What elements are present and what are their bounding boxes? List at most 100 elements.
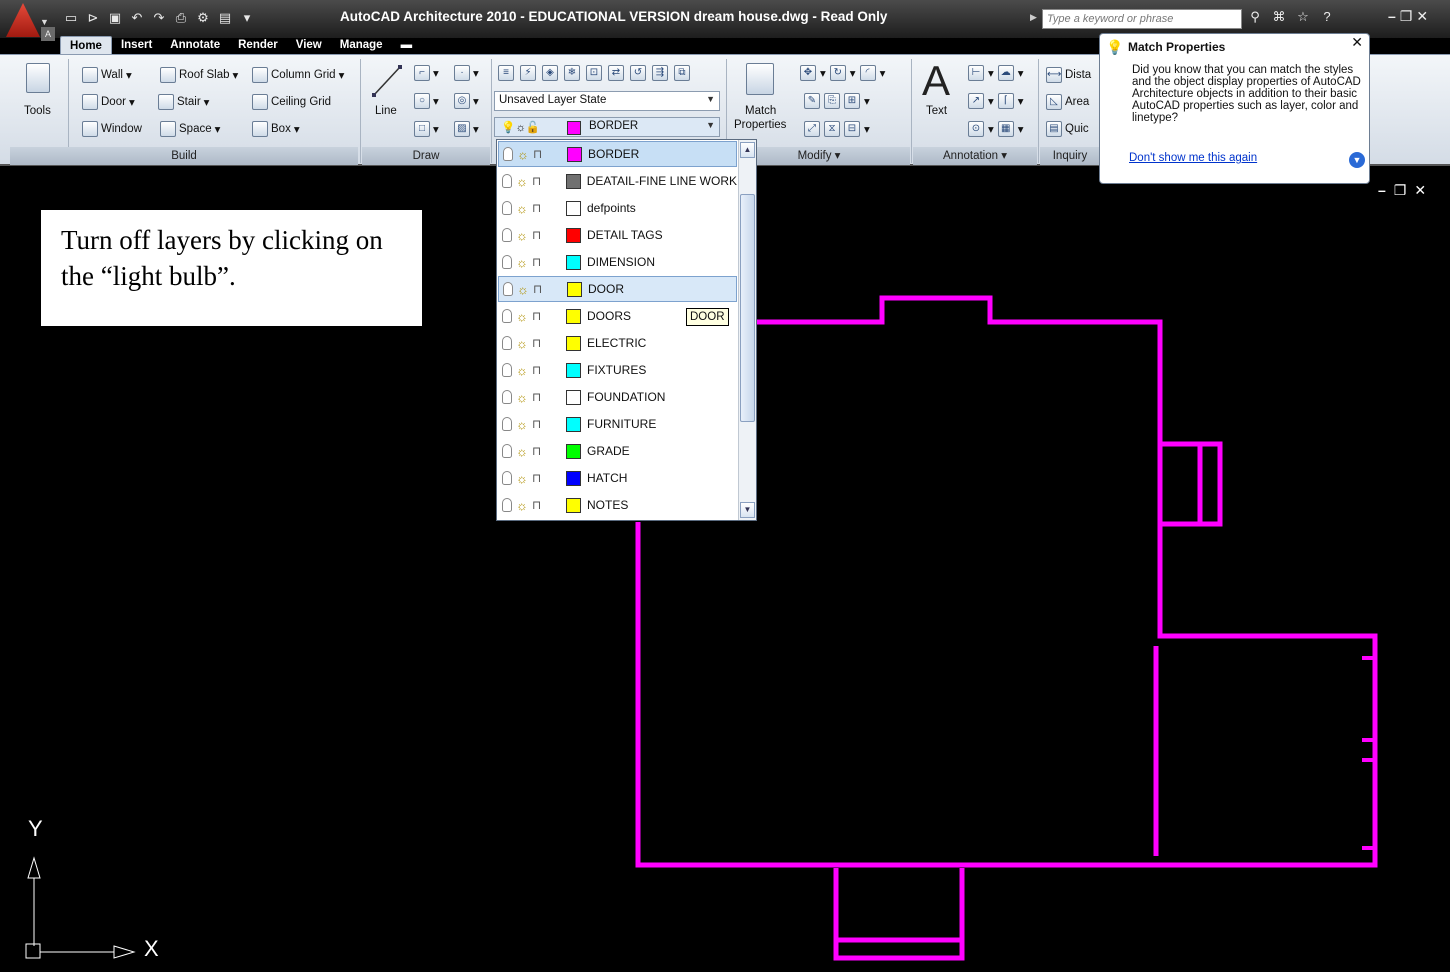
communication-center-icon[interactable]: ⌘ [1270,7,1288,27]
inquiry-panel-title[interactable]: Inquiry [1040,147,1100,165]
lock-icon[interactable]: ⊓ [532,174,541,188]
draw-panel-title[interactable]: Draw [362,147,490,165]
rotate-icon[interactable]: ↻ [829,65,846,81]
freeze-sun-icon[interactable]: ☼ [516,228,528,243]
scroll-thumb[interactable] [740,194,755,422]
layer-row[interactable]: ☼ ⊓ DOOR [498,276,737,302]
lock-icon[interactable]: ⊓ [532,444,541,458]
lock-icon[interactable]: ⊓ [532,309,541,323]
tools-button[interactable]: Tools [24,105,51,117]
area-button[interactable]: ◺ Area [1046,94,1089,110]
layer-color-swatch[interactable] [565,173,581,189]
lock-icon[interactable]: ⊓ [532,471,541,485]
layer-row[interactable]: ☼ ⊓ FIXTURES [498,357,737,383]
search-expand-icon[interactable]: ▶ [1030,12,1037,23]
redo-icon[interactable]: ↷ [150,10,168,26]
circle-button[interactable]: ○ ▾ [414,93,439,109]
layer-color-swatch[interactable] [566,308,581,324]
minimize-icon[interactable]: – [1388,8,1396,25]
hatch-button[interactable]: ▨ ▾ [454,121,479,137]
layer-row[interactable]: ☼ ⊓ NOTES [498,492,737,518]
point-button[interactable]: · ▾ [454,65,479,81]
layer-color-swatch[interactable] [566,443,581,459]
layer-color-swatch[interactable] [566,227,581,243]
layer-color-swatch[interactable] [566,416,581,432]
tag-icon[interactable]: ⊙ [968,121,984,137]
tools-icon[interactable] [26,63,50,93]
table-icon[interactable]: ▦ [997,121,1014,137]
lock-icon[interactable]: ⊓ [532,201,541,215]
layer-list-scrollbar[interactable]: ▲ ▼ [738,140,756,520]
lock-icon[interactable]: ⊓ [532,363,541,377]
stair-button[interactable]: Stair ▾ [158,94,209,110]
text-icon[interactable]: A [922,57,950,105]
layer-color-swatch[interactable] [566,200,581,216]
fillet-icon[interactable]: ◜ [859,65,876,81]
application-menu-button[interactable]: ▼ A [4,3,55,41]
freeze-sun-icon[interactable]: ☼ [516,471,528,486]
lightbulb-icon[interactable] [502,201,512,215]
roof-slab-button[interactable]: Roof Slab ▾ [160,67,238,83]
undo-icon[interactable]: ↶ [128,10,146,26]
lock-icon[interactable]: ⊓ [532,417,541,431]
tab-insert[interactable]: Insert [112,36,161,54]
drawing-restore-icon[interactable]: ❐ [1394,182,1407,199]
layer-merge-icon[interactable]: ⧉ [674,65,690,81]
freeze-sun-icon[interactable]: ☼ [516,390,528,405]
layer-row[interactable]: ☼ ⊓ DETAIL TAGS [498,222,737,248]
expand-down-icon[interactable]: ▼ [1349,152,1365,168]
tab-render[interactable]: Render [229,36,287,54]
lock-icon[interactable]: ⊓ [532,390,541,404]
lightbulb-icon[interactable] [502,228,512,242]
lock-icon[interactable]: ⊓ [532,498,541,512]
plot-icon[interactable]: ⎙ [172,10,190,26]
lightbulb-icon[interactable] [502,336,512,350]
ribbon-minimize-toggle-icon[interactable]: ▬ [392,36,422,54]
lightbulb-icon[interactable] [503,282,513,296]
build-panel-title[interactable]: Build [10,147,358,165]
column-grid-button[interactable]: Column Grid ▾ [252,67,344,83]
layer-row[interactable]: ☼ ⊓ GRADE [498,438,737,464]
scale-icon[interactable]: ⤢ [804,121,820,137]
ceiling-grid-button[interactable]: Ceiling Grid [252,94,331,110]
array-icon[interactable]: ⊞ [844,93,860,109]
freeze-sun-icon[interactable]: ☼ [516,498,528,513]
layer-lock-icon[interactable]: ⊡ [586,65,602,81]
lock-icon[interactable]: ⊓ [532,336,541,350]
scroll-up-icon[interactable]: ▲ [740,142,755,158]
quick-calc-button[interactable]: ▤ Quic [1046,121,1089,137]
match-properties-label-1[interactable]: Match [745,105,776,117]
restore-icon[interactable]: ❐ [1400,8,1413,25]
search-input[interactable]: Type a keyword or phrase [1042,9,1242,29]
rectangle-button[interactable]: □ ▾ [414,121,439,137]
lightbulb-icon[interactable] [502,390,512,404]
lock-icon[interactable]: ⊓ [532,255,541,269]
close-icon[interactable]: ✕ [1416,8,1428,25]
freeze-sun-icon[interactable]: ☼ [516,336,528,351]
lightbulb-icon[interactable] [502,255,512,269]
lightbulb-icon[interactable] [503,147,513,161]
properties-icon[interactable]: ▤ [216,10,234,26]
workspace-icon[interactable]: ⚙ [194,10,212,26]
space-button[interactable]: Space ▾ [160,121,220,137]
freeze-sun-icon[interactable]: ☼ [516,255,528,270]
freeze-sun-icon[interactable]: ☼ [516,174,528,189]
layer-walk-icon[interactable]: ⇶ [652,65,668,81]
close-icon[interactable]: ✕ [1351,34,1363,51]
layer-color-swatch[interactable] [566,335,581,351]
erase-icon[interactable]: ✎ [804,93,820,109]
freeze-sun-icon[interactable]: ☼ [517,147,529,162]
save-icon[interactable]: ▣ [106,10,124,26]
freeze-sun-icon[interactable]: ☼ [516,444,528,459]
layer-match-icon[interactable]: ⇄ [608,65,624,81]
layer-row[interactable]: ☼ ⊓ ELECTRIC [498,330,737,356]
drawing-close-icon[interactable]: ✕ [1414,182,1426,199]
layer-row[interactable]: ☼ ⊓ DIMENSION [498,249,737,275]
favorites-star-icon[interactable]: ☆ [1294,7,1312,27]
current-layer-dropdown[interactable]: 💡☼🔓 BORDER ▼ [494,117,720,137]
layer-row[interactable]: ☼ ⊓ BORDER [498,141,737,167]
lightbulb-icon[interactable] [502,444,512,458]
layer-color-swatch[interactable] [566,254,581,270]
line-button[interactable]: Line [375,105,397,117]
distance-button[interactable]: ⟷ Dista [1046,67,1091,83]
